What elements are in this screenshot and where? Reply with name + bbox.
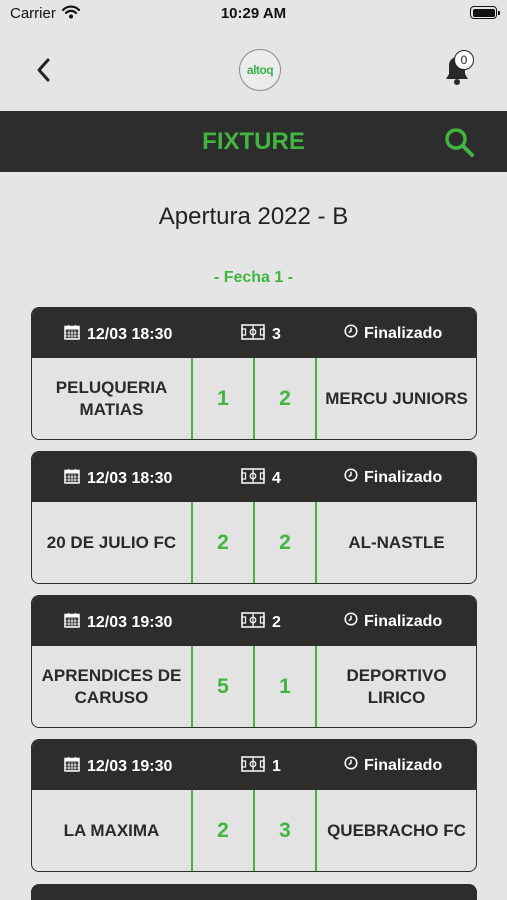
away-score: 3 [279,818,291,842]
match-header: 12/03 18:30 4 Finalizado [32,452,476,502]
field-icon [241,324,265,345]
clock: 10:29 AM [220,5,287,22]
home-team: LA MAXIMA [63,820,160,840]
calendar-icon [64,468,80,489]
match-field: 2 [241,612,281,633]
match-datetime: 12/03 18:30 [64,468,172,489]
home-score: 2 [217,818,229,842]
status-text: Finalizado [364,612,443,630]
datetime-text: 12/03 18:30 [87,325,173,343]
search-icon [445,128,474,157]
match-datetime: 12/03 18:30 [64,324,172,345]
logo-text: altoq [246,63,274,77]
match-status: Finalizado [344,612,442,631]
match-datetime: 12/03 19:30 [64,612,172,633]
home-team: 20 DE JULIO FC [46,532,177,552]
status-text: Finalizado [364,756,443,774]
home-score: 2 [217,530,229,554]
match-header: 12/03 19:30 2 Finalizado [32,596,476,646]
home-team: PELUQUERIA MATIAS [55,377,168,419]
app-logo: altoq [239,49,281,91]
match-card[interactable]: 12/03 19:30 2 Finalizado APRENDICES DE CARU… [31,595,477,728]
title-bar: FIXTURE [0,111,507,172]
field-number: 2 [272,613,281,631]
match-field: 1 [241,756,281,777]
clock-icon [344,324,358,343]
match-body: LA MAXIMA 2 3 QUEBRACHO FC [32,790,476,871]
field-icon [241,756,265,777]
away-team: AL-NASTLE [348,532,445,552]
match-card[interactable]: 12/03 18:30 3 Finalizado PELUQUERIA MATIAS 1… [31,307,477,440]
clock-icon [344,612,358,631]
calendar-icon [64,612,80,633]
calendar-icon [64,324,80,345]
field-number: 3 [272,325,281,343]
away-team: DEPORTIVO LIRICO [346,665,447,707]
back-button[interactable] [30,50,60,90]
datetime-text: 12/03 19:30 [87,613,173,631]
home-team: APRENDICES DE CARUSO [41,665,182,707]
search-button[interactable] [442,125,476,159]
datetime-text: 12/03 18:30 [87,469,173,487]
page-title: FIXTURE [202,128,305,155]
tournament-name: Apertura 2022 - B [158,203,349,230]
field-icon [241,612,265,633]
field-number: 1 [272,757,281,775]
match-card[interactable]: 12/03 18:30 4 Finalizado 20 DE JULIO FC 2 2 AL… [31,451,477,584]
field-icon [241,468,265,489]
status-bar: Carrier 10:29 AM [0,0,507,30]
calendar-icon [64,756,80,777]
chevron-left-icon [37,58,50,82]
match-card-partial[interactable] [31,884,477,900]
datetime-text: 12/03 19:30 [87,757,173,775]
status-text: Finalizado [364,324,443,342]
match-field: 3 [241,324,281,345]
home-score: 1 [217,386,229,410]
notification-badge: 0 [454,50,474,70]
match-card[interactable]: 12/03 19:30 1 Finalizado LA MAXIMA 2 3 QUEBRAC… [31,739,477,872]
match-header: 12/03 18:30 3 Finalizado [32,308,476,358]
round-label: - Fecha 1 - [213,269,294,286]
match-body: PELUQUERIA MATIAS 1 2 MERCU JUNIORS [32,358,476,439]
away-team: MERCU JUNIORS [325,388,468,408]
clock-icon [344,468,358,487]
away-score: 2 [279,530,291,554]
match-status: Finalizado [344,468,442,487]
match-body: 20 DE JULIO FC 2 2 AL-NASTLE [32,502,476,583]
navigation-bar: altoq 0 [0,30,507,111]
status-text: Finalizado [364,468,443,486]
away-score: 2 [279,386,291,410]
match-header: 12/03 19:30 1 Finalizado [32,740,476,790]
match-body: APRENDICES DE CARUSO 5 1 DEPORTIVO LIRICO [32,646,476,727]
match-field: 4 [241,468,281,489]
home-score: 5 [217,674,229,698]
battery-icon [470,6,500,19]
field-number: 4 [272,469,281,487]
match-status: Finalizado [344,756,442,775]
match-status: Finalizado [344,324,442,343]
away-team: QUEBRACHO FC [327,820,466,840]
match-datetime: 12/03 19:30 [64,756,172,777]
clock-icon [344,756,358,775]
away-score: 1 [279,674,291,698]
